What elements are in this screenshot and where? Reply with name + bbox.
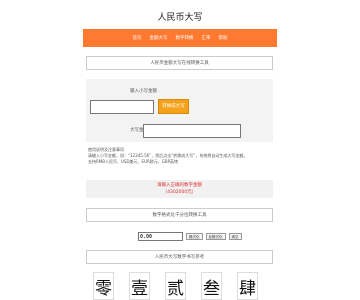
usage-notes: 使用说明及注意事项 请输入小写金额，如：“12345.56”，然后点击“转换成大… — [88, 147, 278, 165]
notes-line-2: 支持RMB人民币、USD美元、EUR欧元、GBP英镑 — [88, 159, 179, 164]
numerals-header: 人民币大写数字书写参考 — [86, 250, 273, 264]
numerals-row: 零 壹 贰 叁 肆 — [93, 272, 258, 300]
format-button[interactable]: 格式化 — [186, 233, 203, 240]
nav-item-rate[interactable]: 汇率 — [202, 35, 211, 41]
nav-item-amount[interactable]: 金额大写 — [150, 35, 168, 41]
converter-panel: 输入小写金额 转换成大写 大写金额 — [86, 79, 273, 142]
numeral-card-zero: 零 — [93, 272, 114, 300]
numeral-card-one: 壹 — [129, 272, 150, 300]
nav-item-number[interactable]: 数字转换 — [176, 35, 194, 41]
site-title: 人民币大写 — [157, 13, 203, 23]
format-tool: 0.00 格式化 反格式化 清空 — [138, 232, 242, 241]
clear-button[interactable]: 清空 — [228, 233, 242, 240]
unformat-button[interactable]: 反格式化 — [205, 233, 226, 240]
nav-item-home[interactable]: 首页 — [133, 35, 142, 41]
numeral-card-four: 肆 — [237, 272, 258, 300]
numeral-card-two: 贰 — [165, 272, 186, 300]
error-message: 请输入正确的数字金额 （4302000元） — [86, 180, 273, 198]
main-nav: 首页 金额大写 数字转换 汇率 帮助 — [83, 29, 277, 47]
format-input[interactable]: 0.00 — [138, 232, 183, 241]
error-detail: （4302000元） — [162, 190, 197, 195]
numeral-card-three: 叁 — [201, 272, 222, 300]
result-output[interactable] — [143, 124, 241, 138]
format-header: 数字格式化千分位转换工具 — [86, 208, 273, 222]
amount-input[interactable] — [90, 100, 154, 114]
convert-button[interactable]: 转换成大写 — [158, 99, 189, 114]
nav-item-help[interactable]: 帮助 — [219, 35, 228, 41]
error-text: 请输入正确的数字金额 — [157, 183, 202, 188]
converter-header: 人民币金额大写在线转换工具 — [86, 56, 273, 70]
amount-input-label: 输入小写金额 — [130, 89, 157, 94]
